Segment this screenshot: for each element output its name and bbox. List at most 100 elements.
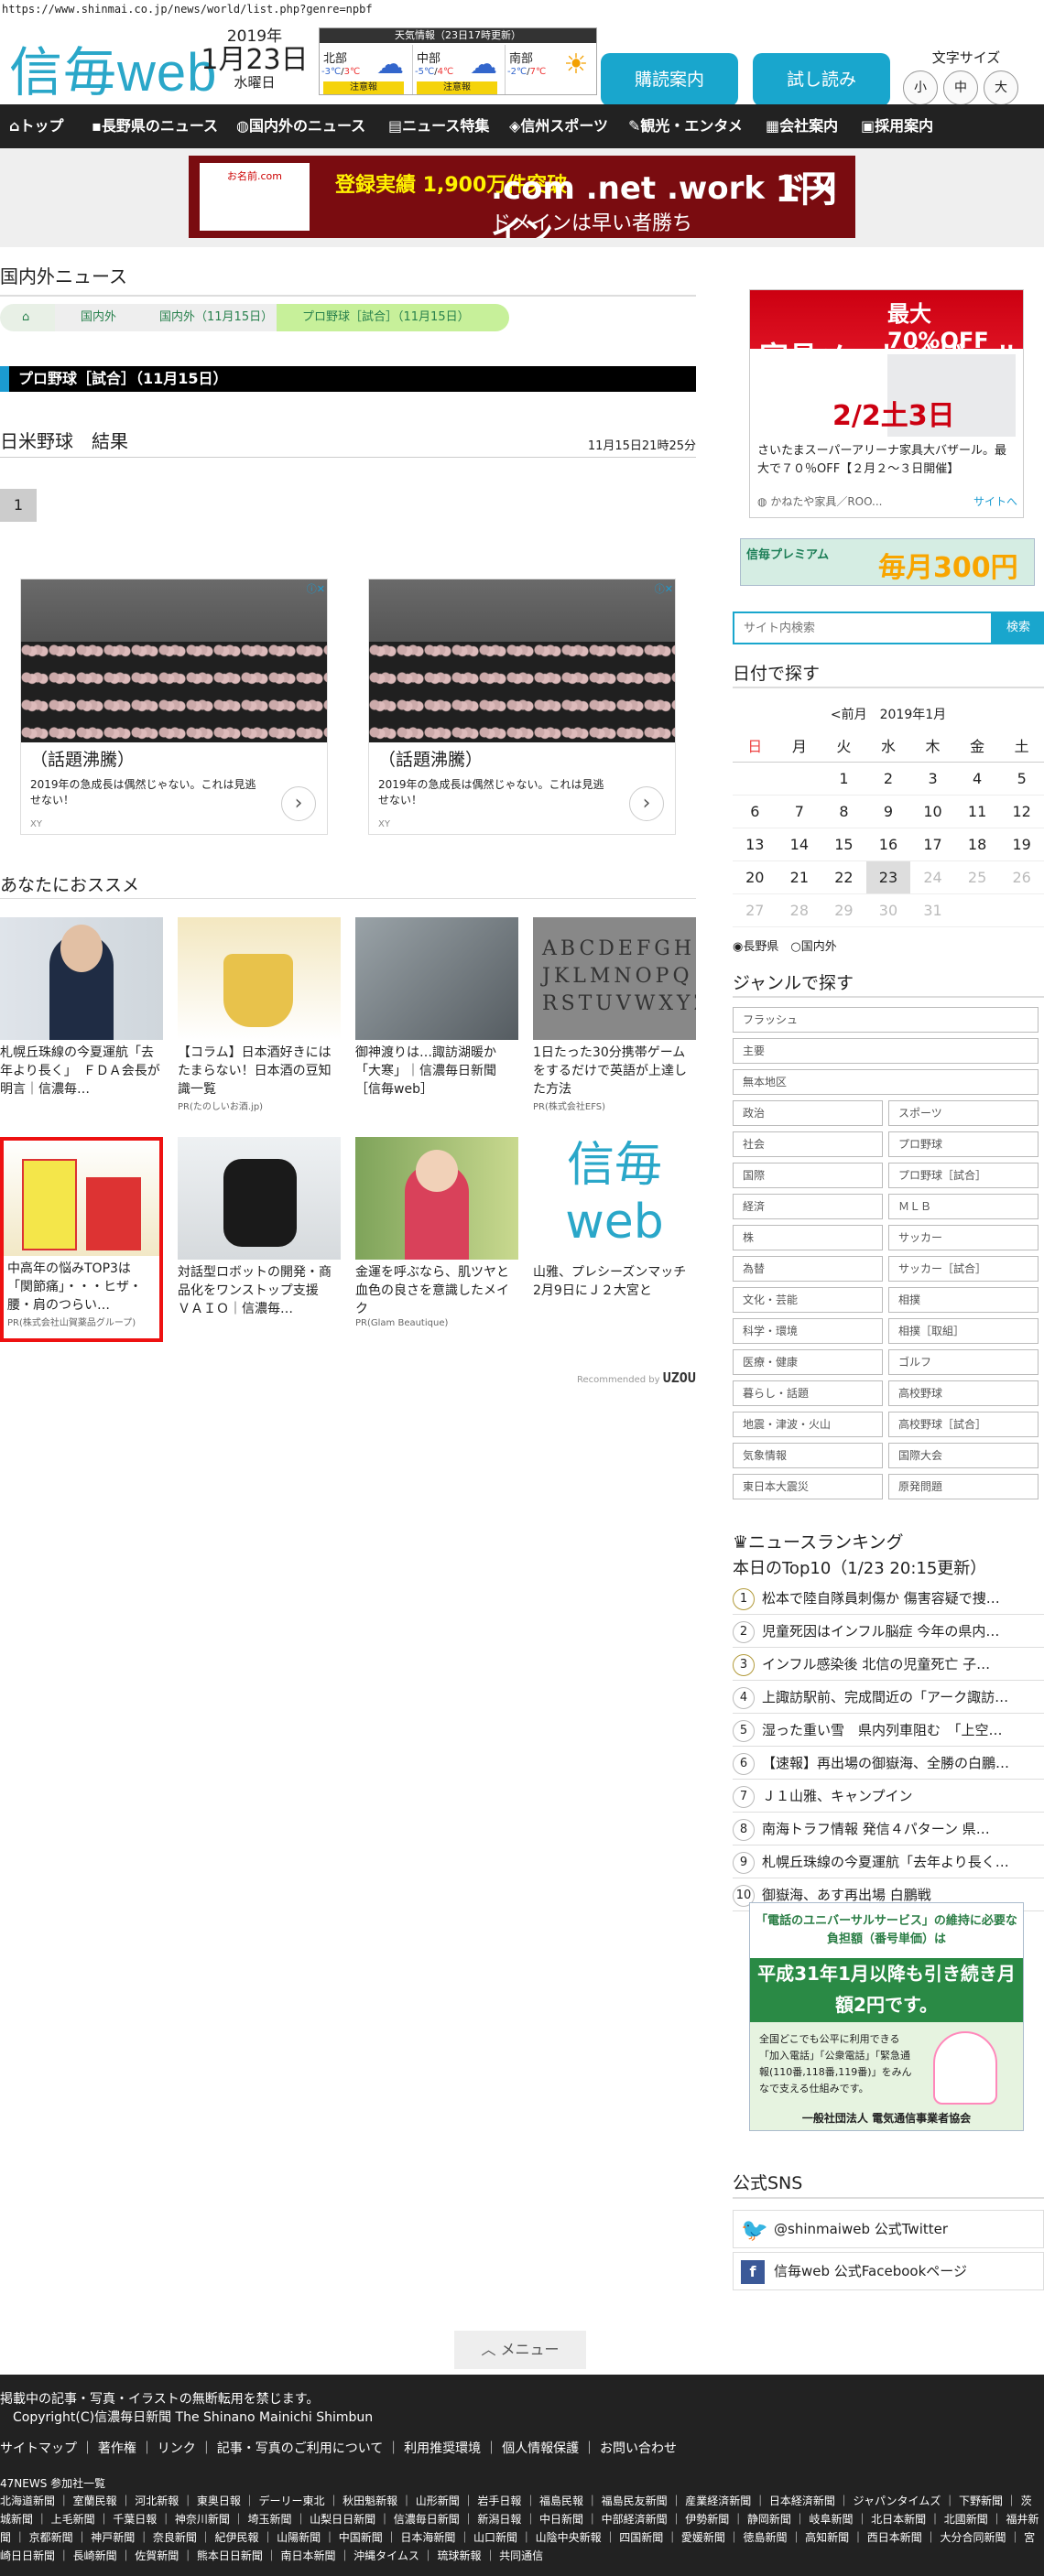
universal-service-ad[interactable]: 「電話のユニバーサルサービス」の維持に必要な負担額（番号単価）は 平成31年1月… (749, 1902, 1024, 2131)
genre-button[interactable]: 無本地区 (733, 1069, 1039, 1095)
sponsored-card[interactable]: ⓘ✕ （話題沸騰） 2019年の急成長は偶然じゃない。これは見逃せない！ XY … (20, 579, 328, 835)
date-year: 2019年 (226, 27, 283, 46)
genre-button[interactable]: プロ野球［試合］ (888, 1163, 1039, 1188)
weather-widget[interactable]: 天気情報（23日17時更新） 北部 -3℃/3℃ ☁ 注意報 中部 -5℃/4℃… (319, 27, 597, 95)
search-button[interactable]: 検索 (993, 612, 1044, 644)
genre-button[interactable]: スポーツ (888, 1100, 1039, 1126)
site-logo[interactable]: 信毎web (9, 44, 217, 103)
recommend-card[interactable]: 信毎 web 山雅、プレシーズンマッチ 2月9日にＪ２大宮と (533, 1137, 696, 1318)
recommend-card[interactable]: 札幌丘珠線の今夏運航「去年より長く」 ＦＤＡ会長が明言｜信濃毎… (0, 917, 163, 1099)
genre-button[interactable]: サッカー［試合］ (888, 1256, 1039, 1282)
search-input[interactable] (733, 612, 993, 644)
font-medium-button[interactable]: 中 (943, 70, 978, 105)
chevron-right-icon[interactable]: › (629, 786, 664, 821)
genre-button[interactable]: 高校野球［試合］ (888, 1412, 1039, 1437)
genre-button[interactable]: 主要 (733, 1038, 1039, 1064)
page-number[interactable]: 1 (0, 489, 37, 522)
ranking-item[interactable]: 4 上諏訪駅前、完成間近の「アーク諏訪… (733, 1681, 1044, 1714)
ranking-item[interactable]: 6 【速報】再出場の御嶽海、全勝の白鵬… (733, 1747, 1044, 1780)
genre-button[interactable]: ＭＬＢ (888, 1194, 1039, 1219)
nav-recruit[interactable]: ▣採用案内 (861, 104, 933, 148)
domain-ad-banner[interactable]: お名前.com 登録実績 1,900万件突破 .com .net .work ド… (189, 156, 855, 238)
recommend-photo (4, 1141, 159, 1256)
article-row[interactable]: 日米野球 結果 11月15日21時25分 (0, 427, 696, 458)
genre-button[interactable]: 経済 (733, 1194, 883, 1219)
genre-button[interactable]: プロ野球 (888, 1131, 1039, 1157)
menu-toggle-button[interactable]: ︿ メニュー (454, 2331, 586, 2369)
font-small-button[interactable]: 小 (903, 70, 938, 105)
recommend-card[interactable]: 御神渡りは…諏訪湖暖か「大寒」｜信濃毎日新聞［信毎web］ (355, 917, 518, 1099)
radio-nagano[interactable]: ◉ (733, 940, 743, 954)
warning-badge: 注意報 (417, 81, 497, 94)
genre-button[interactable]: 相撲 (888, 1287, 1039, 1313)
genre-button[interactable]: 政治 (733, 1100, 883, 1126)
recommend-card[interactable]: 対話型ロボットの開発・商品化をワンストップ支援 ＶＡＩＯ｜信濃毎… (178, 1137, 341, 1318)
ad-text: 平成31年1月以降も引き続き月額2円です。 (750, 1958, 1023, 2022)
genre-button[interactable]: 国際 (733, 1163, 883, 1188)
trial-button[interactable]: 試し読み (753, 53, 890, 106)
genre-button[interactable]: 地震・津波・火山 (733, 1412, 883, 1437)
genre-button[interactable]: 相撲［取組］ (888, 1318, 1039, 1344)
nav-world[interactable]: ◍国内外のニュース (236, 104, 365, 148)
ranking-item[interactable]: 9 札幌丘珠線の今夏運航「去年より長く… (733, 1845, 1044, 1878)
chevron-right-icon[interactable]: › (281, 786, 316, 821)
ranking-item[interactable]: 3 インフル感染後 北信の児童死亡 子… (733, 1648, 1044, 1681)
font-large-button[interactable]: 大 (984, 70, 1018, 105)
genre-button[interactable]: 為替 (733, 1256, 883, 1282)
genre-button[interactable]: 原発問題 (888, 1474, 1039, 1499)
genre-button[interactable]: 社会 (733, 1131, 883, 1157)
recommend-title: 御神渡りは…諏訪湖暖か「大寒」｜信濃毎日新聞［信毎web］ (355, 1045, 496, 1097)
ranking-item[interactable]: 7 Ｊ１山雅、キャンプイン (733, 1780, 1044, 1813)
genre-button[interactable]: 国際大会 (888, 1443, 1039, 1468)
ad-text: 2019年の急成長は偶然じゃない。これは見逃せない！ (378, 778, 604, 806)
radio-world[interactable]: ○ (790, 940, 800, 954)
footer-47news-links[interactable]: 北海道新聞 ｜ 室蘭民報 ｜ 河北新報 ｜ 東奥日報 ｜ デーリー東北 ｜ 秋田… (0, 2492, 1042, 2565)
ranking-item[interactable]: 8 南海トラフ情報 発信４パターン 県… (733, 1813, 1044, 1845)
ranking-item[interactable]: 1 松本で陸自隊員刺傷か 傷害容疑で捜… (733, 1582, 1044, 1615)
facebook-link[interactable]: f 信毎web 公式Facebookページ (733, 2252, 1044, 2290)
prev-month-link[interactable]: <前月 (831, 708, 867, 722)
sponsored-card[interactable]: ⓘ✕ （話題沸騰） 2019年の急成長は偶然じゃない。これは見逃せない！ XY … (368, 579, 676, 835)
recommend-card[interactable]: 中高年の悩みTOP3は「関節痛」・・・ヒザ・腰・肩のつらい… PR(株式会社山賀… (0, 1137, 163, 1342)
adchoices-icon[interactable]: ⓘ✕ (307, 581, 325, 596)
delivery-button[interactable]: 購読案内 (601, 53, 738, 106)
recommended-by[interactable]: Recommended by UZOU (577, 1369, 696, 1386)
genre-button[interactable]: 医療・健康 (733, 1349, 883, 1375)
breadcrumb-world-date[interactable]: 国内外（11月15日） (134, 304, 289, 331)
footer-links[interactable]: サイトマップ ｜ 著作権 ｜ リンク ｜ 記事・写真のご利用について ｜ 利用推… (0, 2439, 677, 2457)
furniture-ad[interactable]: 最大70%OFF 家具メッセバザール 2/2土3日 さいたまスーパーアリーナ家具… (749, 289, 1024, 518)
genre-button[interactable]: 株 (733, 1225, 883, 1250)
cloud-icon: ☁ (376, 49, 404, 81)
genre-button[interactable]: サッカー (888, 1225, 1039, 1250)
nav-company[interactable]: ▦会社案内 (766, 104, 838, 148)
nav-sports[interactable]: ◈信州スポーツ (509, 104, 608, 148)
twitter-link[interactable]: 🐦 @shinmaiweb 公式Twitter (733, 2210, 1044, 2248)
genre-button[interactable]: ゴルフ (888, 1349, 1039, 1375)
address-bar[interactable]: https://www.shinmai.co.jp/news/world/lis… (0, 0, 1044, 20)
recommend-card[interactable]: ABCDEFGHI JKLMNOPQ RSTUVWXYZ 1日たった30分携帯ゲーム… (533, 917, 696, 1112)
weather-temp: -5℃/4℃ (415, 67, 454, 77)
genre-button[interactable]: 東日本大震災 (733, 1474, 883, 1499)
recommend-card[interactable]: 【コラム】日本酒好きにはたまらない！日本酒の豆知識一覧 PR(たのしいお酒.jp… (178, 917, 341, 1112)
weather-area: 北部 (323, 52, 348, 66)
ranking-item[interactable]: 5 湿った重い雪 県内列車阻む 「上空… (733, 1714, 1044, 1747)
genre-button[interactable]: 暮らし・話題 (733, 1380, 883, 1406)
adchoices-icon[interactable]: ⓘ✕ (655, 581, 673, 596)
ranking-item[interactable]: 2 児童死因はインフル脳症 今年の県内… (733, 1615, 1044, 1648)
nav-feature[interactable]: ▤ニュース特集 (388, 104, 489, 148)
article-title[interactable]: 日米野球 結果 (0, 427, 128, 453)
genre-button[interactable]: 科学・環境 (733, 1318, 883, 1344)
footer-47news-title[interactable]: 47NEWS 参加社一覧 (0, 2475, 105, 2491)
sns-heading: 公式SNS (733, 2170, 1044, 2199)
genre-button[interactable]: 文化・芸能 (733, 1287, 883, 1313)
premium-ad[interactable]: 信毎プレミアム 毎月300円 (740, 538, 1035, 586)
nav-tourism[interactable]: ✎観光・エンタメ (628, 104, 743, 148)
nav-top[interactable]: ⌂トップ (9, 104, 63, 148)
ad-site-link[interactable]: サイトへ (973, 493, 1017, 509)
genre-button[interactable]: フラッシュ (733, 1007, 1039, 1033)
nav-nagano[interactable]: ▪長野県のニュース (92, 104, 218, 148)
genre-button[interactable]: 高校野球 (888, 1380, 1039, 1406)
recommend-card[interactable]: 金運を呼ぶなら、肌ツヤと血色の良さを意識したメイク PR(Glam Beauti… (355, 1137, 518, 1328)
genre-button[interactable]: 気象情報 (733, 1443, 883, 1468)
calendar-today[interactable]: 23 (865, 860, 911, 894)
